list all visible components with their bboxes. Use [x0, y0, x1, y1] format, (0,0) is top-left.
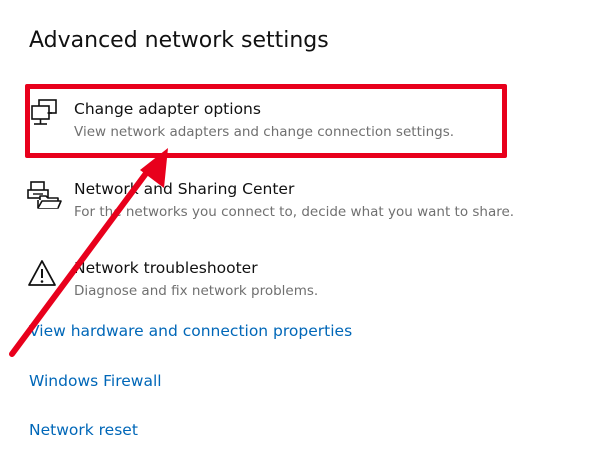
network-adapter-icon: [26, 98, 62, 134]
advanced-network-settings-page: Advanced network settings Change adapter…: [0, 0, 593, 460]
change-adapter-options-description: View network adapters and change connect…: [74, 124, 455, 140]
network-troubleshooter-item[interactable]: Network troubleshooter Diagnose and fix …: [26, 257, 526, 317]
warning-triangle-icon: [26, 257, 62, 293]
change-adapter-options-item[interactable]: Change adapter options View network adap…: [26, 98, 526, 158]
network-troubleshooter-description: Diagnose and fix network problems.: [74, 283, 319, 299]
network-sharing-center-description: For the networks you connect to, decide …: [74, 204, 515, 220]
page-title: Advanced network settings: [29, 28, 329, 53]
network-sharing-center-item[interactable]: Network and Sharing Center For the netwo…: [26, 178, 526, 238]
network-troubleshooter-label: Network troubleshooter: [74, 259, 258, 277]
network-reset-link[interactable]: Network reset: [29, 421, 138, 439]
windows-firewall-link[interactable]: Windows Firewall: [29, 372, 162, 390]
network-sharing-center-label: Network and Sharing Center: [74, 180, 295, 198]
change-adapter-options-label: Change adapter options: [74, 100, 261, 118]
view-hardware-connection-properties-link[interactable]: View hardware and connection properties: [29, 322, 352, 340]
network-sharing-center-icon: [26, 178, 62, 214]
